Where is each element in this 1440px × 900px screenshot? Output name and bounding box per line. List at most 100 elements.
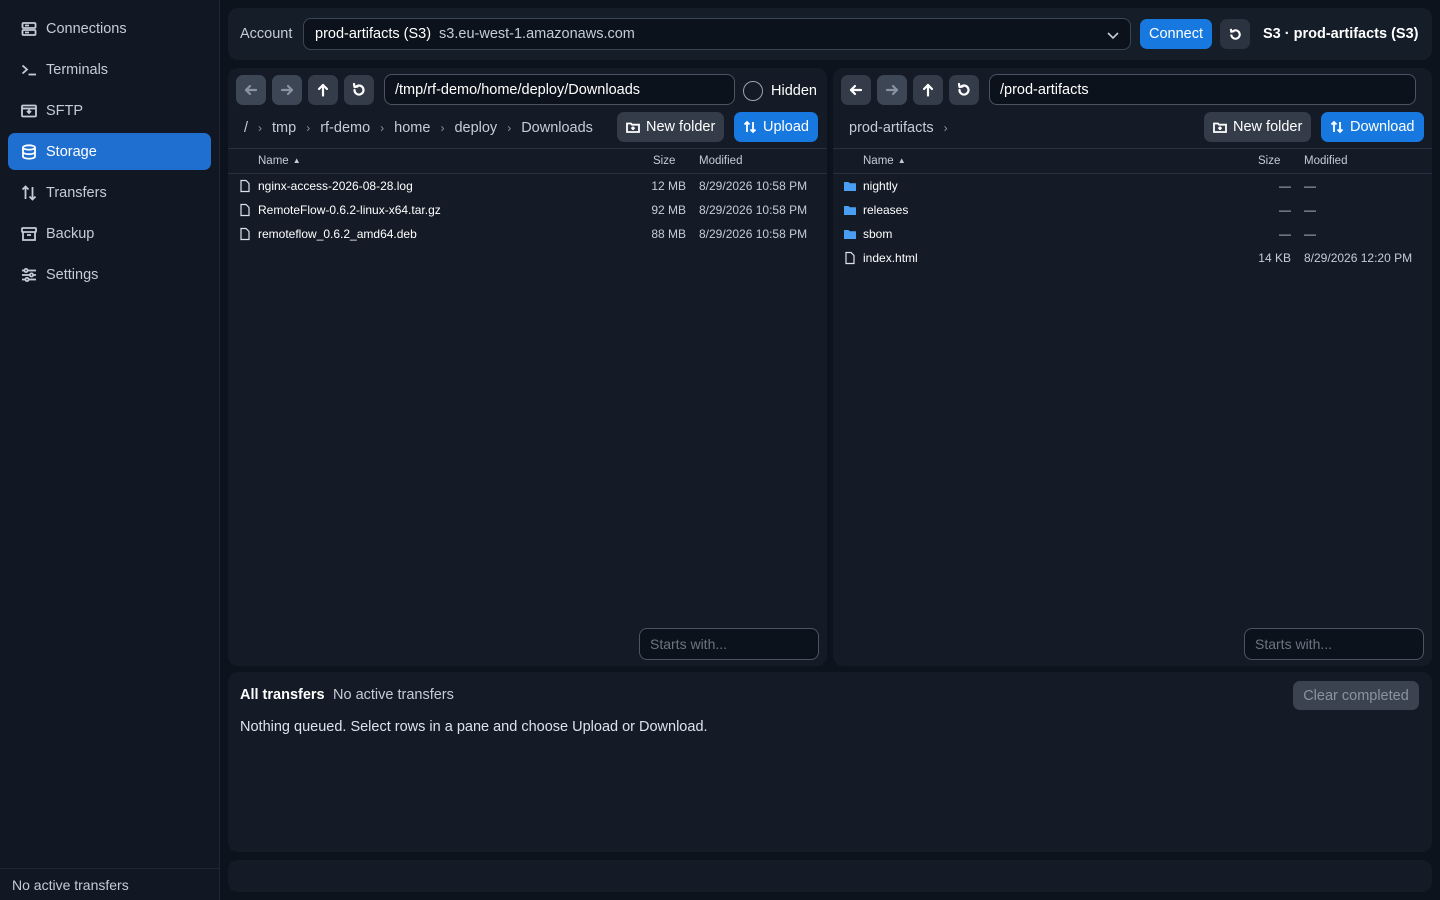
refresh-connection-button[interactable] [1220,19,1250,49]
clear-completed-button[interactable]: Clear completed [1293,681,1419,710]
table-row[interactable]: remoteflow_0.6.2_amd64.deb 88 MB 8/29/2026… [228,222,827,246]
table-row[interactable]: sbom — — [833,222,1432,246]
transfers-icon [743,120,757,134]
refresh-button[interactable] [949,75,979,105]
row-name: releases [863,203,909,217]
table-header: Name ▲ Size Modified [833,148,1432,174]
sort-ascending-icon: ▲ [292,156,301,165]
row-name: index.html [863,251,918,265]
remote-pane: prod-artifacts › New folder Download Nam… [833,68,1432,666]
path-input[interactable] [384,74,735,105]
sidebar-item-transfers[interactable]: Transfers [8,174,211,211]
table-row[interactable]: index.html 14 KB 8/29/2026 12:20 PM [833,246,1432,270]
show-hidden-toggle[interactable]: Hidden [743,81,817,101]
settings-icon [20,266,38,284]
forward-button[interactable] [272,75,302,105]
filter-input[interactable] [639,628,819,660]
connect-button[interactable]: Connect [1140,19,1212,49]
column-name-header[interactable]: Name ▲ [258,155,301,167]
storage-icon [20,143,38,161]
sidebar-item-settings[interactable]: Settings [8,256,211,293]
column-modified-header[interactable]: Modified [699,155,742,167]
breadcrumb-item[interactable]: home [394,120,430,136]
transfers-icon [20,184,38,202]
filter-input[interactable] [1244,628,1424,660]
sftp-icon [20,102,38,120]
up-directory-button[interactable] [308,75,338,105]
row-size: 14 KB [1258,251,1291,265]
row-name: nginx-access-2026-08-28.log [258,179,413,193]
arrow-right-icon [885,84,899,96]
breadcrumb-separator: › [258,121,263,135]
row-modified: 8/29/2026 10:58 PM [699,227,808,241]
row-size: — [1279,203,1291,217]
sidebar-item-sftp[interactable]: SFTP [8,92,211,129]
new-folder-icon [626,122,640,133]
back-button[interactable] [236,75,266,105]
file-list: nginx-access-2026-08-28.log 12 MB 8/29/202… [228,174,827,246]
file-icon [238,203,252,217]
account-host: s3.eu-west-1.amazonaws.com [439,26,635,42]
transfers-icon [1330,120,1344,134]
up-directory-button[interactable] [913,75,943,105]
column-name-header[interactable]: Name ▲ [863,155,906,167]
refresh-icon [352,82,365,96]
new-folder-button[interactable]: New folder [617,112,725,142]
sidebar-item-label: Connections [46,20,127,37]
sidebar-item-connections[interactable]: Connections [8,10,211,47]
column-size-header[interactable]: Size [653,155,675,167]
column-modified-header[interactable]: Modified [1304,155,1347,167]
row-size: 88 MB [651,227,686,241]
refresh-button[interactable] [344,75,374,105]
file-list: nightly — — releases — — sbom — — index.html 14 KB… [833,174,1432,270]
breadcrumb-item[interactable]: Downloads [521,120,593,136]
upload-button[interactable]: Upload [734,112,818,142]
local-pane: Hidden / › tmp › rf-demo › home › deploy… [228,68,827,666]
row-name: remoteflow_0.6.2_amd64.deb [258,227,417,241]
download-button[interactable]: Download [1321,112,1424,142]
sidebar-item-label: Backup [46,225,95,242]
breadcrumb-item[interactable]: rf-demo [320,120,370,136]
breadcrumb-item[interactable]: deploy [454,120,497,136]
sidebar-item-storage[interactable]: Storage [8,133,211,170]
refresh-icon [1229,28,1241,40]
sidebar-item-terminals[interactable]: Terminals [8,51,211,88]
forward-button[interactable] [877,75,907,105]
breadcrumb-item[interactable]: tmp [272,120,296,136]
folder-icon [843,227,857,241]
new-folder-icon [1213,122,1227,133]
column-size-header[interactable]: Size [1258,155,1280,167]
hidden-radio[interactable] [743,81,763,101]
table-row[interactable]: RemoteFlow-0.6.2-linux-x64.tar.gz 92 MB 8/… [228,198,827,222]
refresh-icon [957,82,970,96]
account-select[interactable]: prod-artifacts (S3) s3.eu-west-1.amazona… [303,18,1131,50]
table-row[interactable]: nightly — — [833,174,1432,198]
arrow-up-icon [922,83,934,97]
row-modified: — [1304,227,1316,241]
sidebar-item-label: Settings [46,266,99,283]
row-modified: 8/29/2026 10:58 PM [699,203,808,217]
table-row[interactable]: releases — — [833,198,1432,222]
table-header: Name ▲ Size Modified [228,148,827,174]
arrow-left-icon [244,84,258,96]
path-input[interactable] [989,74,1416,105]
transfers-status: No active transfers [333,687,454,703]
chevron-down-icon [1106,28,1120,42]
hidden-label: Hidden [771,83,817,99]
sidebar-transfer-status: No active transfers [0,868,219,900]
new-folder-label: New folder [646,119,716,135]
sidebar: Connections Terminals SFTP Storage Trans… [0,0,220,900]
row-name: RemoteFlow-0.6.2-linux-x64.tar.gz [258,203,441,217]
row-modified: 8/29/2026 10:58 PM [699,179,808,193]
breadcrumb-item[interactable]: prod-artifacts [849,120,934,136]
breadcrumb-root[interactable]: / [244,120,248,136]
arrow-left-icon [849,84,863,96]
sidebar-item-backup[interactable]: Backup [8,215,211,252]
sidebar-item-label: SFTP [46,102,84,119]
file-icon [238,227,252,241]
table-row[interactable]: nginx-access-2026-08-28.log 12 MB 8/29/202… [228,174,827,198]
breadcrumb-separator: › [380,121,385,135]
breadcrumb-separator: › [507,121,512,135]
back-button[interactable] [841,75,871,105]
new-folder-button[interactable]: New folder [1204,112,1312,142]
